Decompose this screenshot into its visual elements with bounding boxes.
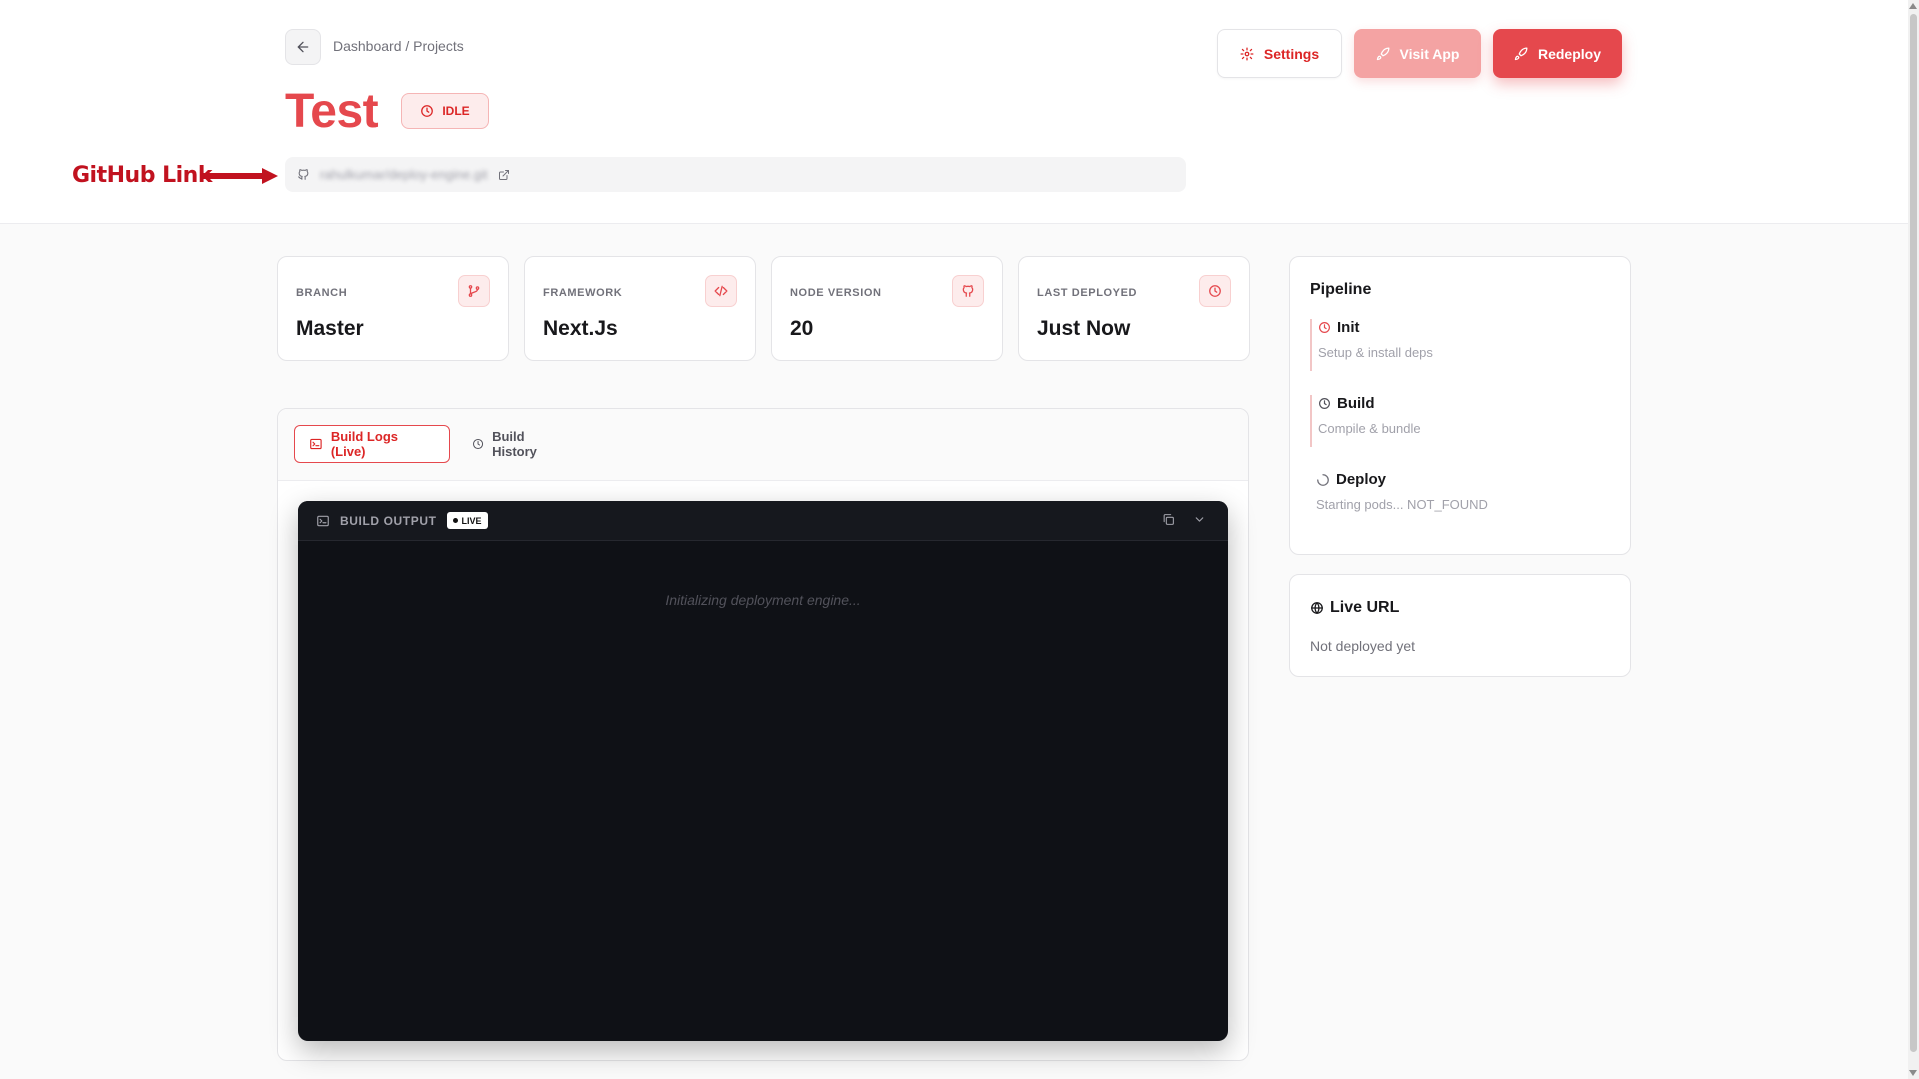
stat-value: Master [296,317,364,340]
stat-value: 20 [790,317,814,340]
stat-label: FRAMEWORK [543,287,623,299]
breadcrumb[interactable]: Dashboard / Projects [333,38,464,54]
page-scrollbar[interactable] [1908,0,1919,1079]
github-icon [298,169,309,180]
step-desc: Starting pods... NOT_FOUND [1316,497,1488,512]
redeploy-button[interactable]: Redeploy [1493,29,1622,78]
live-dot-icon [452,518,458,523]
back-button[interactable] [285,29,321,65]
clock-icon [473,438,484,450]
clock-icon [1209,285,1221,297]
scroll-thumb[interactable] [1910,14,1917,1052]
page-title: Test [285,85,379,138]
pipeline-title: Pipeline [1310,281,1372,298]
live-url-card: Live URL Not deployed yet [1289,574,1631,677]
clock-icon [421,105,434,117]
status-text: IDLE [442,104,470,118]
settings-button[interactable]: Settings [1217,29,1342,78]
clock-icon [1319,398,1330,409]
redeploy-label: Redeploy [1537,45,1601,62]
copy-icon[interactable] [1162,513,1175,526]
scroll-down-icon[interactable] [1909,1070,1917,1076]
tab-label: Build Logs (Live) [330,429,398,459]
tab-build-history[interactable]: Build History [458,425,576,463]
gear-icon [1240,47,1254,60]
annotation-arrow-icon [200,168,278,184]
github-repo-link[interactable]: rahulkumar/deploy-engine.git [285,157,1186,192]
stat-card-node-version: NODE VERSION 20 [771,256,1003,361]
visit-app-button[interactable]: Visit App [1354,29,1481,78]
terminal-icon [317,515,329,526]
live-url-title: Live URL [1330,599,1400,616]
clock-icon [1319,322,1330,333]
stat-label: NODE VERSION [790,287,882,299]
tab-label: Build History [492,429,537,459]
build-output-terminal[interactable]: BUILD OUTPUT LIVE Initializing deploymen… [298,501,1228,1041]
loading-spinner-icon [1317,473,1329,486]
stat-card-framework: FRAMEWORK Next.Js [524,256,756,361]
arrow-left-icon [297,41,309,53]
git-branch-icon [468,285,480,297]
step-desc: Setup & install deps [1318,345,1433,360]
status-badge: IDLE [401,93,489,129]
live-url-text: Not deployed yet [1310,638,1416,654]
terminal-toolbar: BUILD OUTPUT LIVE [298,501,1228,541]
code-icon [714,285,728,297]
terminal-message: Initializing deployment engine... [665,592,861,608]
external-link-icon[interactable] [498,169,510,181]
globe-icon [1311,602,1323,614]
stat-card-branch: BRANCH Master [277,256,509,361]
step-name: Build [1337,395,1375,412]
rocket-icon [1376,47,1390,60]
chevron-down-icon[interactable] [1193,513,1206,526]
rocket-icon [1514,47,1528,60]
visit-app-label: Visit App [1399,45,1460,62]
stat-card-last-deployed: LAST DEPLOYED Just Now [1018,256,1250,361]
pipeline-card: Pipeline Init Setup & install deps Build… [1289,256,1631,555]
settings-label: Settings [1263,45,1320,62]
repo-url[interactable]: rahulkumar/deploy-engine.git [320,167,488,182]
live-badge-text: LIVE [461,515,482,526]
stat-value: Just Now [1037,317,1131,340]
tab-build-logs[interactable]: Build Logs (Live) [294,425,450,463]
step-name: Deploy [1336,471,1387,488]
step-name: Init [1337,319,1360,336]
scroll-up-icon[interactable] [1909,3,1917,9]
github-icon [962,285,974,297]
live-badge: LIVE [446,512,488,529]
stat-label: BRANCH [296,287,348,299]
logs-tabs: Build Logs (Live) Build History [278,409,1248,481]
terminal-icon [310,438,322,450]
stat-value: Next.Js [543,317,618,340]
logs-panel: Build Logs (Live) Build History BUILD OU… [277,408,1249,1061]
github-link-annotation: GitHub Link [72,163,212,188]
step-desc: Compile & bundle [1318,421,1421,436]
stat-label: LAST DEPLOYED [1037,287,1138,299]
project-header: Dashboard / Projects Test IDLE rahulkuma… [0,0,1908,224]
terminal-title: BUILD OUTPUT [340,513,437,528]
